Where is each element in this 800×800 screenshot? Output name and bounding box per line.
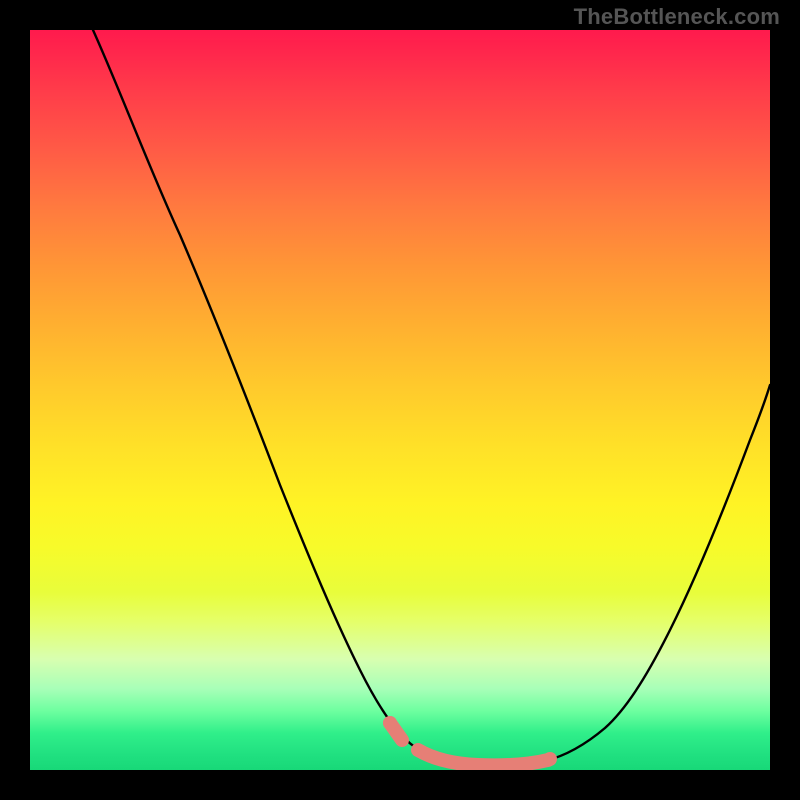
optimal-zone-highlight: [418, 750, 548, 765]
curve-svg: [30, 30, 770, 770]
watermark-text: TheBottleneck.com: [574, 4, 780, 30]
plot-area: [30, 30, 770, 770]
optimal-zone-dot-right: [543, 752, 557, 766]
bottleneck-curve: [93, 30, 770, 765]
optimal-zone-dot-left: [383, 716, 397, 730]
chart-container: TheBottleneck.com: [0, 0, 800, 800]
